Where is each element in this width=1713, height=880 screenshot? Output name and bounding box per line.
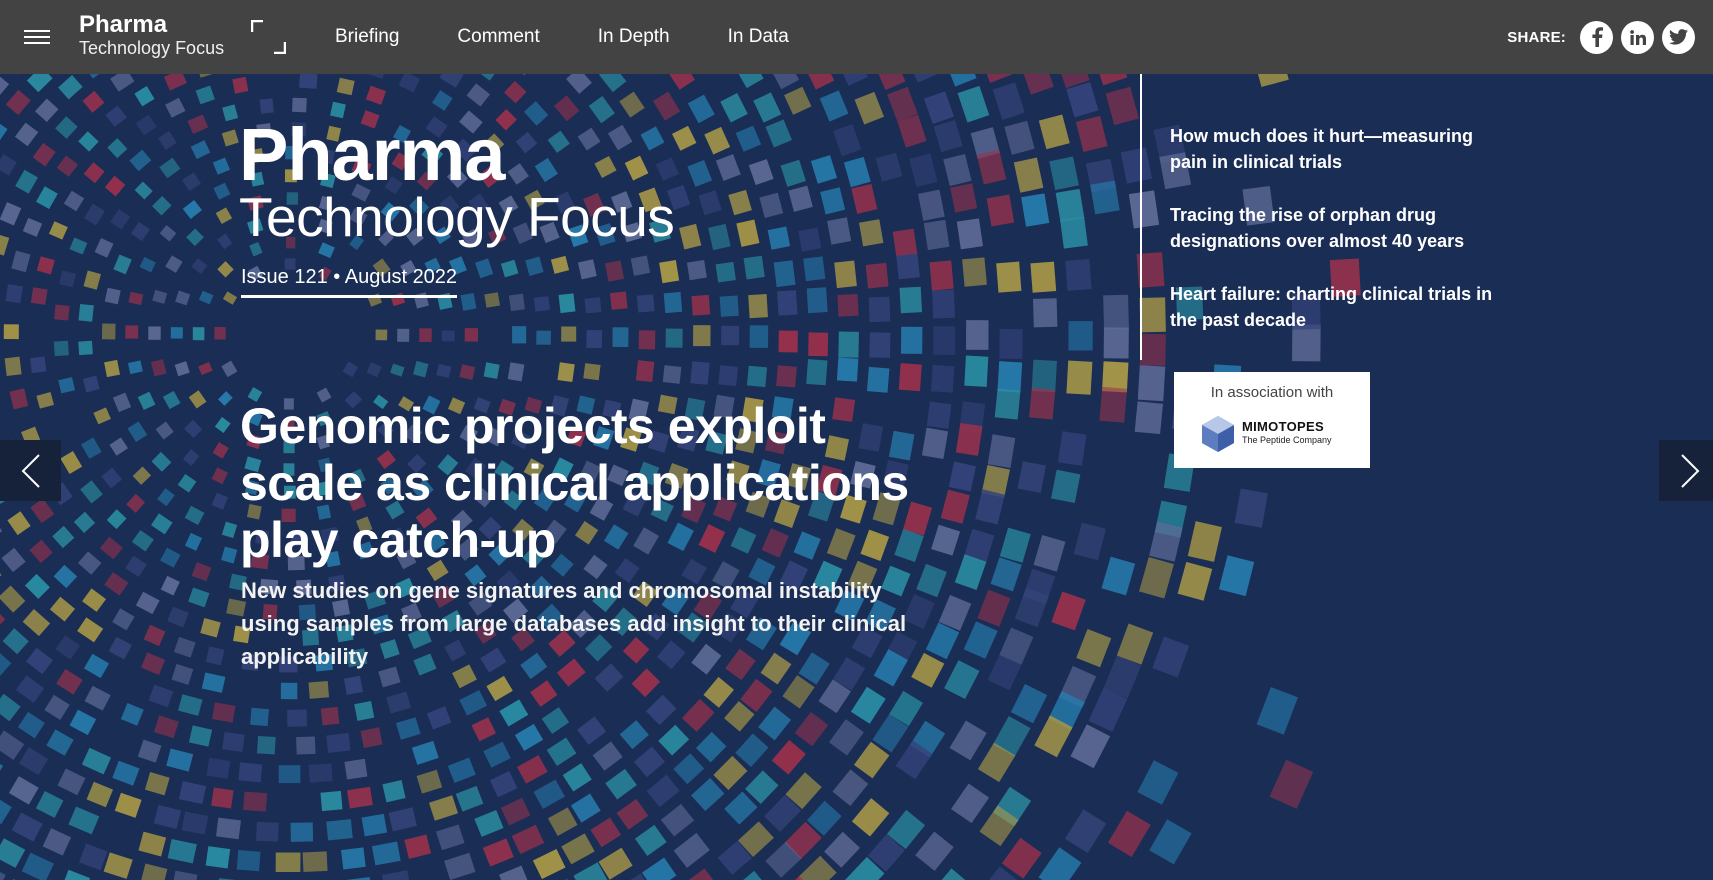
chevron-right-icon — [1680, 453, 1699, 488]
sponsor-name: MIMOTOPES — [1242, 419, 1324, 434]
chevron-left-icon — [21, 453, 40, 488]
main-nav: Briefing Comment In Depth In Data — [335, 0, 847, 74]
site-logo[interactable]: Pharma Technology Focus — [79, 11, 225, 58]
logo-line-1: Pharma — [79, 11, 168, 38]
hamburger-icon[interactable] — [24, 29, 50, 45]
logo-line-2: Technology Focus — [79, 38, 225, 58]
side-article-link[interactable]: How much does it hurt—measuring pain in … — [1170, 123, 1500, 175]
twitter-icon[interactable] — [1662, 20, 1695, 54]
share-label: SHARE: — [1507, 28, 1566, 46]
sponsor-box[interactable]: In association with MIMOTOPES The Peptid… — [1174, 372, 1370, 468]
top-navigation-bar: Pharma Technology Focus Briefing Comment… — [0, 0, 1713, 74]
subheadline: New studies on gene signatures and chrom… — [241, 578, 907, 669]
side-article-link[interactable]: Heart failure: charting clinical trials … — [1170, 281, 1500, 333]
issue-info: Issue 121 • August 2022 — [241, 266, 458, 298]
linkedin-icon[interactable] — [1621, 20, 1654, 54]
nav-in-depth[interactable]: In Depth — [598, 26, 670, 48]
divider — [1140, 74, 1142, 360]
sponsor-tagline: The Peptide Company — [1242, 435, 1332, 445]
fullscreen-icon[interactable] — [251, 20, 286, 54]
headline[interactable]: Genomic projects exploit scale as clinic… — [240, 398, 920, 569]
next-slide-button[interactable] — [1659, 440, 1713, 501]
cube-icon — [1202, 416, 1234, 452]
previous-slide-button[interactable] — [0, 440, 61, 501]
magazine-logo: Pharma Technology Focus — [239, 113, 675, 248]
nav-comment[interactable]: Comment — [457, 26, 539, 48]
association-label: In association with — [1210, 384, 1334, 401]
side-article-list: How much does it hurt—measuring pain in … — [1170, 123, 1500, 360]
nav-in-data[interactable]: In Data — [728, 26, 789, 48]
share-bar: SHARE: — [1507, 0, 1695, 74]
magazine-logo-line-2: Technology Focus — [239, 186, 675, 248]
magazine-logo-line-1: Pharma — [239, 113, 505, 196]
facebook-icon[interactable] — [1580, 20, 1613, 54]
side-article-link[interactable]: Tracing the rise of orphan drug designat… — [1170, 202, 1500, 254]
sponsor-logo: MIMOTOPES The Peptide Company — [1200, 414, 1350, 456]
nav-briefing[interactable]: Briefing — [335, 26, 399, 48]
